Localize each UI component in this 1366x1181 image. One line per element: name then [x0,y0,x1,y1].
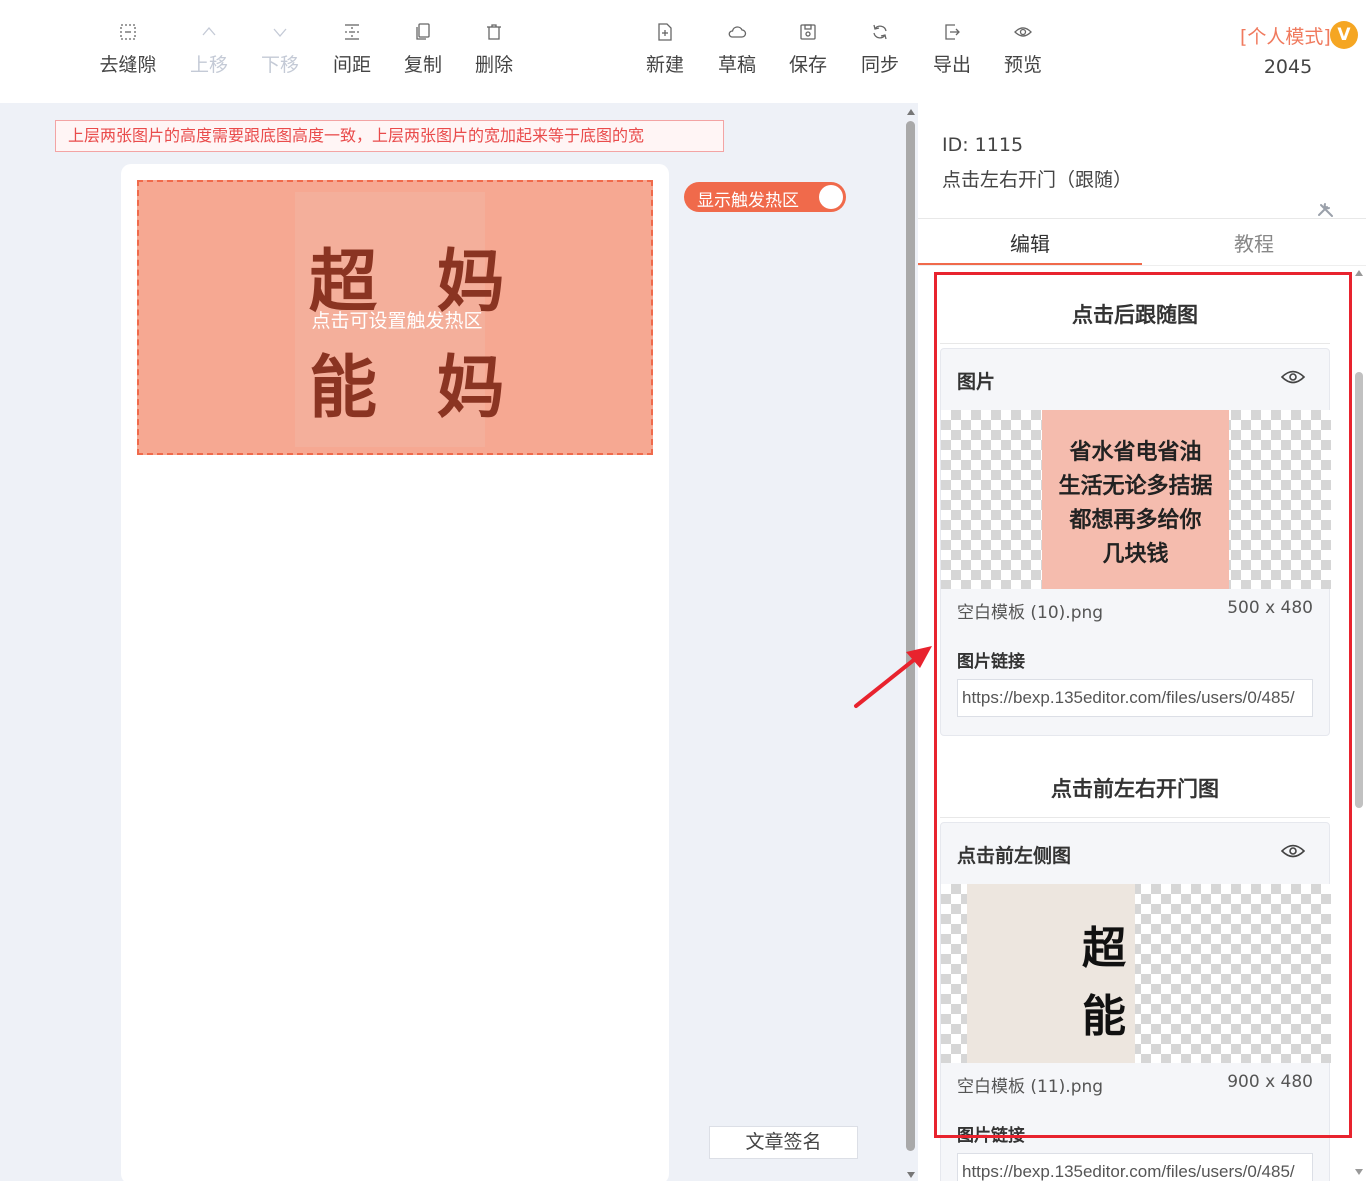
trash-icon [487,24,501,40]
eye-icon [1014,27,1032,37]
image-link-input[interactable]: https://bexp.135editor.com/files/users/0… [957,1153,1313,1181]
remove-gap-label: 去缝隙 [99,54,157,76]
copy-button[interactable]: 复制 [388,22,458,77]
delete-button[interactable]: 删除 [459,22,529,77]
tab-tutorial[interactable]: 教程 [1142,228,1366,257]
scroll-down-icon[interactable] [1355,1169,1363,1175]
canvas-scrollbar[interactable] [904,103,918,1181]
image-line: 省水省电省油 [1069,440,1202,465]
hotzone-hint: 点击可设置触发热区 [311,310,483,332]
new-file-icon [658,23,672,41]
image-char: 能 [1082,991,1126,1042]
scroll-up-icon[interactable] [907,109,915,115]
follow-image-card: 图片 省水省电省油 生活无论多拮据 都想再多给你 几块钱 空白模板 (10).p… [940,348,1331,736]
image-link-label: 图片链接 [957,1126,1025,1146]
hotzone-area[interactable]: 超 妈 能 妈 点击可设置触发热区 [137,180,653,455]
scrollbar-thumb[interactable] [906,121,915,1151]
personal-mode-label[interactable]: [个人模式] [1240,22,1331,49]
top-toolbar: 去缝隙 上移 下移 间距 复制 删除 新建 草稿 保存 同步 导出 预览 [个人… [0,0,1366,103]
file-size: 500 x 480 [1227,598,1313,618]
toggle-label: 显示触发热区 [697,191,799,211]
gap-remove-icon [120,24,136,40]
spacing-button[interactable]: 间距 [317,22,387,77]
panel-scrollbar[interactable] [1352,266,1366,1181]
follow-image: 省水省电省油 生活无论多拮据 都想再多给你 几块钱 [1042,410,1229,589]
panel-header: ID: 1115 点击左右开门（跟随） [918,103,1366,219]
card-title: 图片 [957,371,996,393]
preview-button[interactable]: 预览 [988,22,1058,77]
image-char: 超 [1082,923,1126,974]
move-down-label: 下移 [260,54,299,76]
wrench-icon[interactable] [1315,201,1337,219]
file-size: 900 x 480 [1227,1072,1313,1092]
image-line: 都想再多给你 [1069,508,1202,533]
section-follow-title: 点击后跟随图 [940,300,1330,344]
preview-label: 预览 [1003,54,1042,76]
copy-icon [416,23,430,40]
sync-icon [873,24,887,40]
file-name: 空白模板 (10).png [957,603,1104,623]
image-link-label: 图片链接 [957,652,1025,672]
notice-banner: 上层两张图片的高度需要跟底图高度一致，上层两张图片的宽加起来等于底图的宽 [55,120,724,152]
left-image-card: 点击前左侧图 超 能 空白模板 (11).png 900 x 480 图片链接 … [940,822,1331,1181]
save-button[interactable]: 保存 [773,22,843,77]
move-down-button[interactable]: 下移 [245,22,315,77]
left-door-image: 超 能 [967,884,1135,1063]
scroll-down-icon[interactable] [907,1172,915,1178]
properties-panel: ID: 1115 点击左右开门（跟随） 编辑 教程 点击后跟随图 图片 省水省电… [918,103,1366,1181]
move-up-label: 上移 [189,54,228,76]
new-label: 新建 [645,54,684,76]
move-up-button[interactable]: 上移 [174,22,244,77]
copy-label: 复制 [403,54,442,76]
draft-button[interactable]: 草稿 [702,22,772,77]
spacing-icon [345,24,359,40]
chevron-down-icon [273,28,287,37]
panel-content: 点击后跟随图 图片 省水省电省油 生活无论多拮据 都想再多给你 几块钱 空白模板… [918,266,1366,1181]
image-preview[interactable]: 超 能 [941,884,1331,1063]
export-button[interactable]: 导出 [917,22,987,77]
remove-gap-button[interactable]: 去缝隙 [93,22,163,77]
save-icon [800,24,816,40]
toggle-knob [819,185,843,209]
draft-label: 草稿 [717,54,756,76]
vip-badge-icon[interactable]: V [1330,21,1358,49]
sync-button[interactable]: 同步 [845,22,915,77]
image-preview[interactable]: 省水省电省油 生活无论多拮据 都想再多给你 几块钱 [941,410,1331,589]
export-icon [945,24,960,40]
scrollbar-thumb[interactable] [1355,372,1363,808]
sync-label: 同步 [860,54,899,76]
image-link-input[interactable]: https://bexp.135editor.com/files/users/0… [957,679,1313,717]
section-door-title: 点击前左右开门图 [940,774,1330,818]
eye-icon[interactable] [1281,369,1305,385]
eye-icon[interactable] [1281,843,1305,859]
scroll-up-icon[interactable] [1355,270,1363,276]
show-hotzone-toggle[interactable]: 显示触发热区 [684,182,846,212]
cloud-icon [728,26,747,38]
tab-edit[interactable]: 编辑 [918,228,1142,257]
image-line: 几块钱 [1102,542,1169,567]
component-name: 点击左右开门（跟随） [942,169,1133,191]
article-signature-button[interactable]: 文章签名 [709,1126,858,1159]
image-text-line2: 能 妈 [309,349,523,428]
file-name: 空白模板 (11).png [957,1077,1104,1097]
card-title: 点击前左侧图 [957,845,1072,867]
save-label: 保存 [788,54,827,76]
new-button[interactable]: 新建 [630,22,700,77]
spacing-label: 间距 [332,54,371,76]
count-display: 2045 [1263,56,1313,78]
export-label: 导出 [932,54,971,76]
component-id: ID: 1115 [942,134,1024,156]
delete-label: 删除 [474,54,513,76]
image-line: 生活无论多拮据 [1058,474,1213,499]
chevron-up-icon [202,27,216,36]
